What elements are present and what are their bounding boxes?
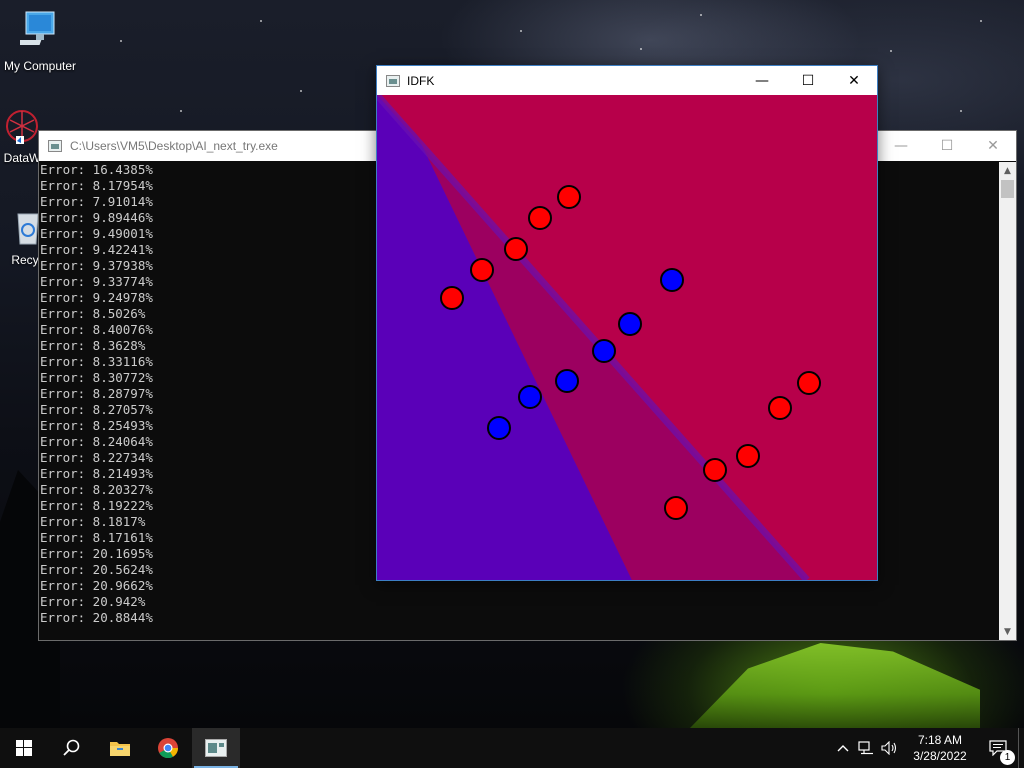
red-data-point (797, 371, 821, 395)
clock-date: 3/28/2022 (913, 749, 967, 763)
network-icon-button[interactable] (854, 741, 878, 755)
scroll-thumb[interactable] (1001, 180, 1014, 198)
maximize-button[interactable]: ☐ (924, 131, 970, 161)
blue-data-point (487, 416, 511, 440)
show-desktop-button[interactable] (1018, 728, 1024, 768)
close-button[interactable]: ✕ (831, 66, 877, 95)
red-data-point (768, 396, 792, 420)
search-icon (63, 739, 80, 756)
blue-data-point (660, 268, 684, 292)
console-title: C:\Users\VM5\Desktop\AI_next_try.exe (70, 139, 278, 153)
chrome-icon (158, 738, 179, 759)
chevron-up-icon (837, 745, 849, 752)
console-scrollbar[interactable]: ▲ ▼ (999, 162, 1016, 640)
red-data-point (470, 258, 494, 282)
close-button[interactable]: ✕ (970, 131, 1016, 161)
red-data-point (557, 185, 581, 209)
folder-icon (110, 742, 130, 756)
dataw-app-icon (6, 110, 38, 144)
taskbar: 7:18 AM 3/28/2022 1 (0, 728, 1024, 768)
blue-data-point (592, 339, 616, 363)
search-button[interactable] (48, 728, 96, 768)
computer-icon (15, 11, 55, 45)
desktop-icon-my-computer[interactable]: My Computer (0, 8, 80, 73)
console-app-taskbar-button[interactable] (192, 728, 240, 768)
idfk-app-icon (386, 74, 400, 87)
red-data-point (703, 458, 727, 482)
clock[interactable]: 7:18 AM 3/28/2022 (902, 732, 978, 764)
red-data-point (528, 206, 552, 230)
scroll-up-arrow-icon[interactable]: ▲ (999, 162, 1016, 179)
console-line: Error: 20.8844% (40, 610, 153, 625)
network-icon (858, 741, 873, 755)
clock-time: 7:18 AM (917, 733, 963, 747)
console-app-icon (48, 140, 62, 152)
console-app-icon (205, 739, 227, 757)
blue-data-point (618, 312, 642, 336)
red-data-point (440, 286, 464, 310)
minimize-button[interactable]: — (878, 131, 924, 161)
console-line: Error: 20.942% (40, 594, 146, 609)
scroll-down-arrow-icon[interactable]: ▼ (999, 623, 1016, 640)
volume-icon (881, 741, 897, 755)
idfk-window[interactable]: IDFK — ☐ ✕ (376, 65, 878, 581)
system-tray: 7:18 AM 3/28/2022 1 (832, 728, 1024, 768)
blue-data-point (555, 369, 579, 393)
minimize-button[interactable]: — (739, 66, 785, 95)
file-explorer-button[interactable] (96, 728, 144, 768)
red-data-point (664, 496, 688, 520)
red-data-point (736, 444, 760, 468)
chrome-button[interactable] (144, 728, 192, 768)
tent-image (690, 643, 980, 728)
blue-data-point (518, 385, 542, 409)
action-center-button[interactable]: 1 (978, 740, 1018, 765)
show-hidden-icons-button[interactable] (832, 744, 854, 752)
windows-logo-icon (16, 740, 32, 756)
idfk-title: IDFK (407, 73, 435, 88)
notification-badge: 1 (1000, 750, 1015, 765)
classification-canvas[interactable] (377, 95, 877, 580)
volume-icon-button[interactable] (878, 741, 902, 755)
red-data-point (504, 237, 528, 261)
desktop-icon-label: My Computer (3, 59, 77, 73)
start-button[interactable] (0, 728, 48, 768)
maximize-button[interactable]: ☐ (785, 66, 831, 95)
idfk-titlebar[interactable]: IDFK — ☐ ✕ (377, 66, 877, 95)
